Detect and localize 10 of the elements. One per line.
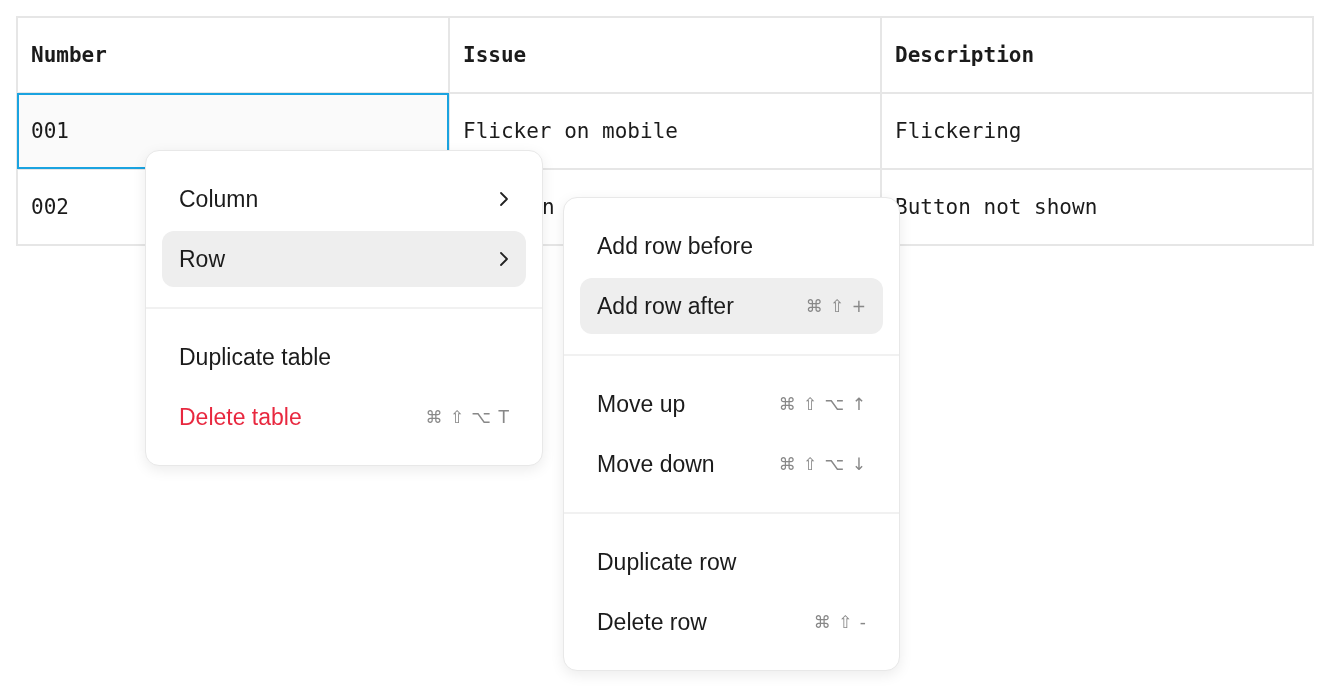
menu-item[interactable]: Row [162,231,526,287]
column-header: Issue [449,17,881,93]
table-cell[interactable]: Flickering [881,93,1313,169]
shortcut-keys: ⌘ ⇧ + [805,296,866,316]
shortcut-keys: ⌘ ⇧ ⌥ T [425,407,509,427]
shortcut-keys: ⌘ ⇧ ⌥ ↑ [778,394,866,414]
column-header: Description [881,17,1313,93]
shortcut-keys: ⌘ ⇧ - [813,612,866,632]
menu-item[interactable]: Add row after ⌘ ⇧ + [580,278,883,334]
shortcut-keys: ⌘ ⇧ ⌥ ↓ [778,454,866,474]
